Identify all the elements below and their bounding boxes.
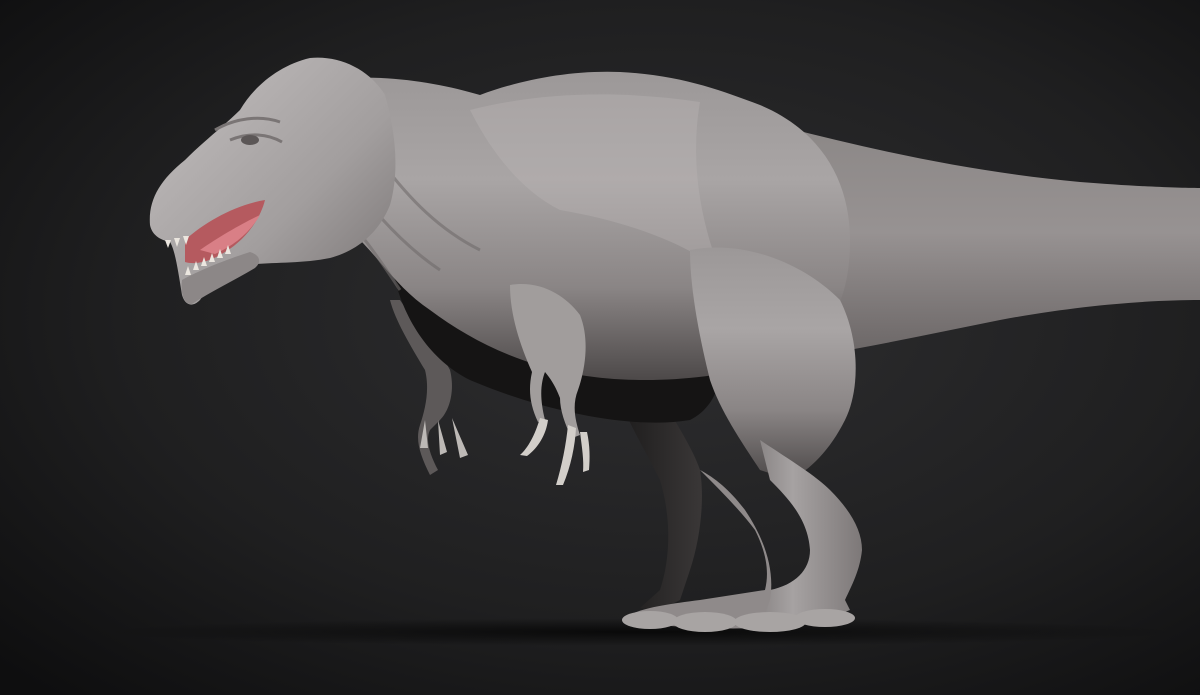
dinosaur-render <box>0 0 1200 695</box>
render-viewport <box>0 0 1200 695</box>
eye <box>241 135 259 145</box>
